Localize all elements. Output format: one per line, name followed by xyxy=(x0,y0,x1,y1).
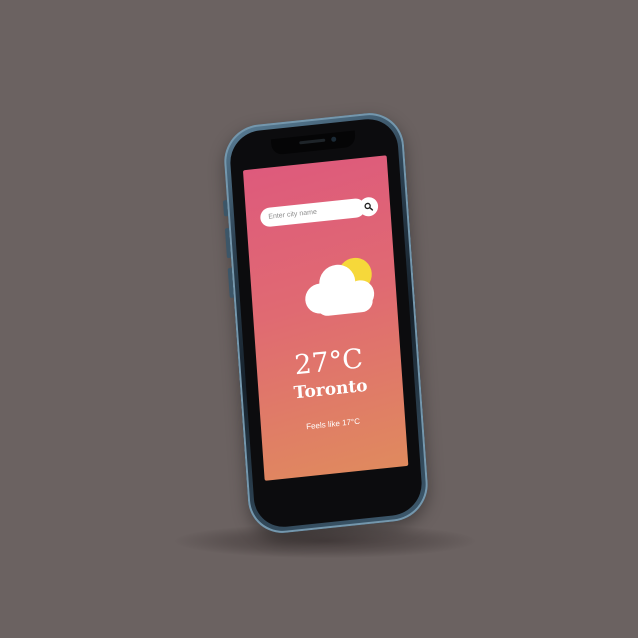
phone-bezel: 27°C Toronto Feels like 17°C xyxy=(228,116,424,530)
weather-app-screen: 27°C Toronto Feels like 17°C xyxy=(242,155,409,481)
volume-up-button xyxy=(224,227,231,259)
silent-switch xyxy=(222,200,229,217)
volume-down-button xyxy=(227,267,234,299)
search-icon xyxy=(364,202,374,211)
search-bar xyxy=(259,196,379,228)
feels-like-text: Feels like 17°C xyxy=(305,416,361,432)
city-search-input[interactable] xyxy=(259,197,366,228)
phone-device: 27°C Toronto Feels like 17°C xyxy=(221,109,431,537)
search-button[interactable] xyxy=(358,196,379,218)
phone-notch xyxy=(270,130,356,156)
partly-cloudy-icon xyxy=(305,257,375,316)
front-camera xyxy=(331,136,337,142)
earpiece-speaker xyxy=(299,138,326,145)
phone-shadow xyxy=(175,524,475,558)
mockup-stage: 27°C Toronto Feels like 17°C xyxy=(0,0,638,638)
